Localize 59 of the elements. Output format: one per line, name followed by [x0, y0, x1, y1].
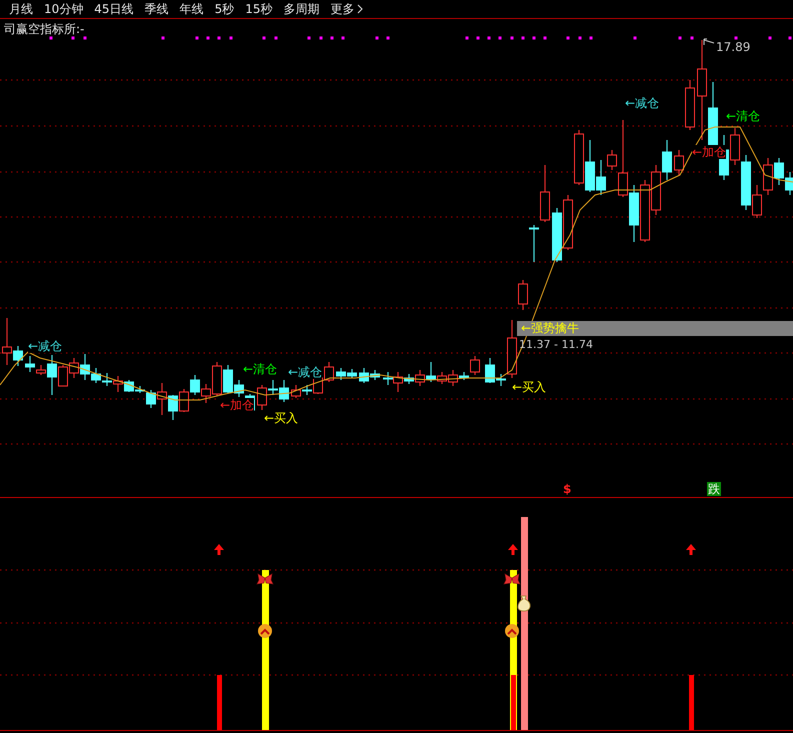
candlestick — [552, 208, 562, 262]
candlestick — [69, 358, 79, 378]
signal-label: ←减仓 — [28, 339, 62, 353]
candlestick — [763, 158, 773, 196]
period-menu-item[interactable]: 多周期 — [283, 0, 320, 18]
signal-label: ←减仓 — [288, 365, 322, 379]
candlestick — [563, 194, 573, 250]
candlestick — [774, 158, 784, 186]
money-bag-icon — [518, 596, 531, 612]
candlestick — [574, 130, 584, 186]
candlestick — [685, 80, 695, 130]
period-menu-item[interactable]: 5秒 — [214, 0, 234, 18]
signal-banner: ←强势擒牛 — [517, 321, 793, 336]
period-menu-item[interactable]: 季线 — [144, 0, 169, 18]
signal-label: ←加仓 — [220, 398, 254, 412]
signal-label: ←买入 — [512, 380, 546, 394]
chevron-up-icon — [505, 624, 519, 638]
candlestick — [190, 374, 200, 396]
candlestick — [179, 388, 189, 412]
fall-badge: 跌 — [707, 482, 721, 496]
chevron-up-icon — [258, 624, 272, 638]
candlestick — [529, 224, 539, 262]
period-menu-item[interactable]: 年线 — [180, 0, 204, 18]
signal-label: ←加仓 — [692, 145, 726, 159]
candlestick — [347, 368, 357, 378]
indicator-title: 司赢空指标所:- — [4, 22, 84, 36]
period-menu-item[interactable]: 15秒 — [245, 0, 272, 18]
period-menu-item[interactable]: 月线 — [9, 0, 33, 18]
candlestick — [651, 164, 661, 216]
period-menu-item[interactable]: 45日线 — [94, 0, 134, 18]
candlestick — [674, 150, 684, 176]
candlestick — [518, 280, 528, 310]
chevron-right-icon — [357, 4, 364, 14]
arrow-icon — [703, 38, 715, 46]
candlestick — [113, 376, 123, 392]
butterfly-icon — [503, 573, 521, 584]
candlestick — [324, 362, 334, 382]
candlestick — [640, 180, 650, 242]
period-menu-item[interactable]: 10分钟 — [44, 0, 84, 18]
up-arrow-icon — [214, 544, 224, 555]
candlestick — [168, 394, 178, 420]
candlestick — [336, 368, 346, 380]
candlestick — [102, 372, 112, 386]
period-menu-item[interactable]: 更多 — [330, 0, 364, 18]
signal-label: ←减仓 — [625, 96, 660, 110]
up-arrow-icon — [686, 544, 696, 555]
signal-bar — [689, 675, 694, 730]
dollar-marker: $ — [563, 482, 572, 496]
candlestick — [662, 140, 672, 180]
butterfly-icon — [256, 573, 274, 584]
signal-label: ←买入 — [264, 411, 298, 425]
candlestick — [291, 384, 301, 398]
signal-bar — [217, 675, 222, 730]
up-arrow-icon — [508, 544, 518, 555]
candlestick — [629, 184, 639, 242]
signal-label: ←清仓 — [726, 109, 760, 123]
signal-label: ←清仓 — [243, 362, 278, 376]
candlestick — [540, 164, 550, 222]
high-price-label: 17.89 — [716, 41, 750, 53]
